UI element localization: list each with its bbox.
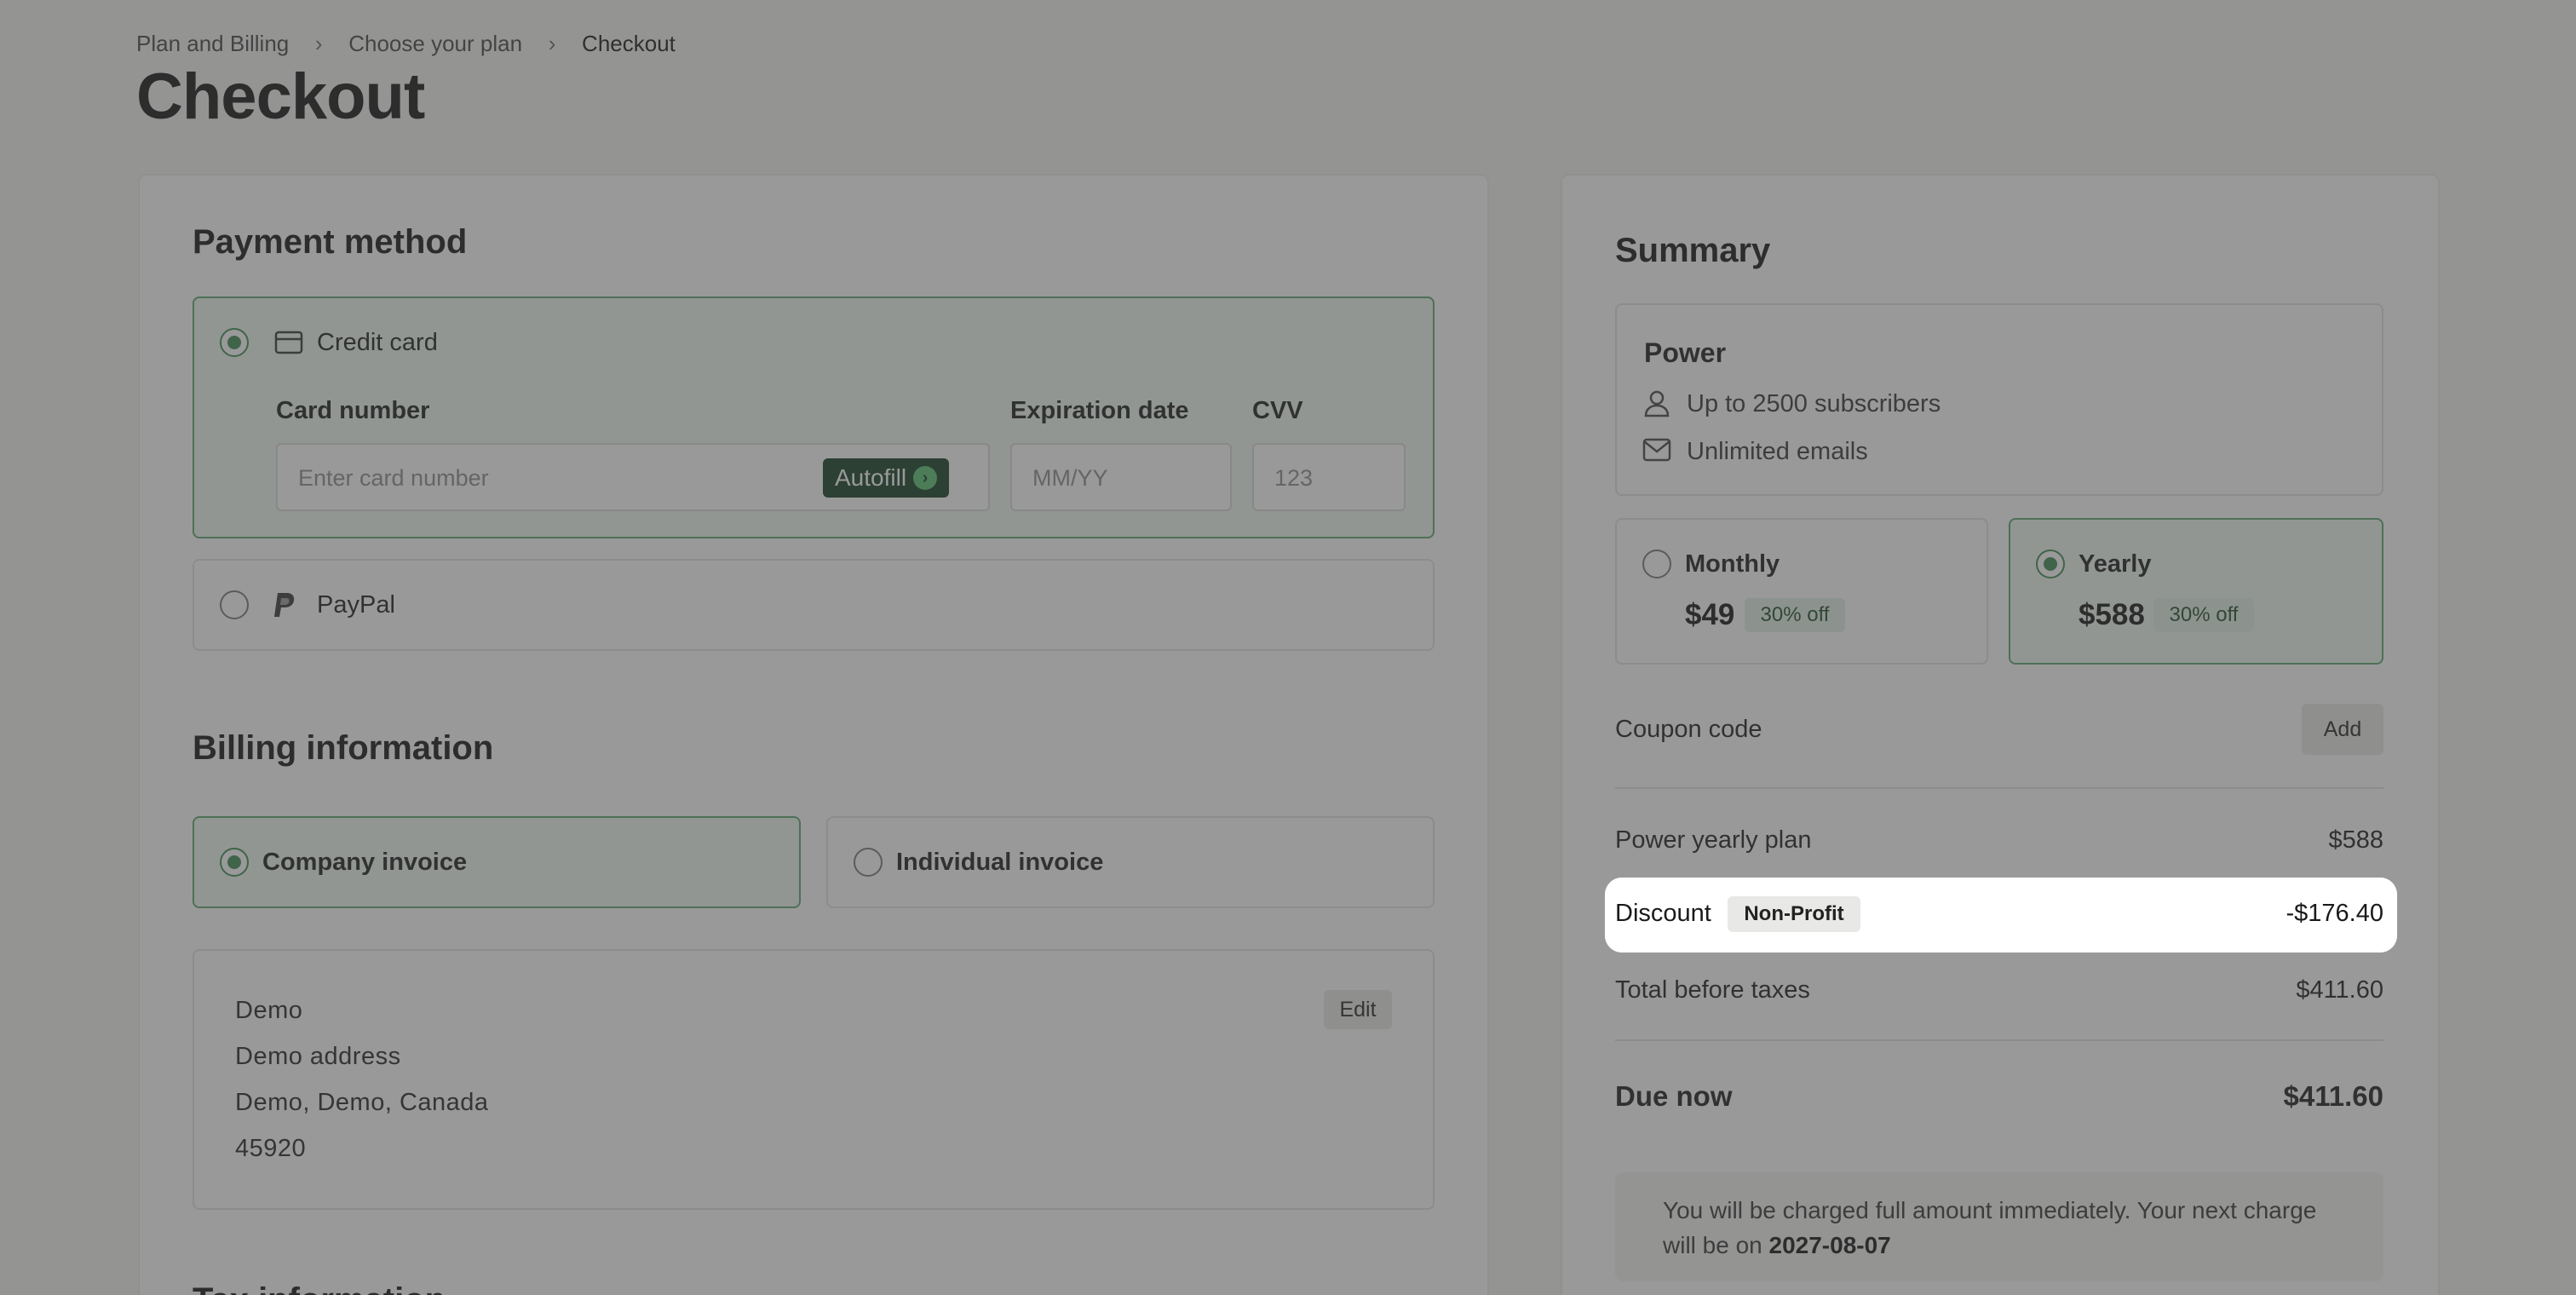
monthly-discount-badge: 30% off [1745, 598, 1845, 632]
address-line-city: Demo, Demo, Canada [235, 1089, 489, 1116]
next-charge-date: 2027-08-07 [1768, 1232, 1891, 1258]
yearly-radio[interactable] [2036, 550, 2065, 578]
edit-address-button[interactable]: Edit [1324, 990, 1392, 1029]
charge-notice-text: You will be charged full amount immediat… [1663, 1197, 2317, 1258]
tax-information-heading: Tax information [193, 1281, 446, 1295]
yearly-price: $588 [2079, 598, 2145, 631]
expiration-date-placeholder: MM/YY [1032, 465, 1108, 491]
individual-invoice-radio[interactable] [854, 848, 883, 877]
chevron-right-icon: › [314, 31, 323, 56]
line-item-label: Power yearly plan [1615, 826, 1812, 854]
monthly-label: Monthly [1685, 550, 1780, 578]
line-item-value: $588 [2328, 826, 2383, 854]
breadcrumb-plan-and-billing[interactable]: Plan and Billing [136, 31, 289, 57]
feature-subscribers: Up to 2500 subscribers [1687, 390, 1941, 417]
address-line-name: Demo [235, 997, 303, 1024]
card-number-placeholder: Enter card number [298, 465, 489, 491]
breadcrumb-choose-plan[interactable]: Choose your plan [348, 31, 522, 57]
monthly-price: $49 [1685, 598, 1735, 631]
monthly-radio[interactable] [1642, 550, 1671, 578]
feature-emails: Unlimited emails [1687, 438, 1868, 465]
credit-card-icon [274, 331, 303, 354]
total-before-taxes-value: $411.60 [2296, 976, 2383, 1004]
add-coupon-button[interactable]: Add [2302, 704, 2383, 755]
individual-invoice-label: Individual invoice [896, 849, 1104, 876]
expiration-date-label: Expiration date [1010, 397, 1189, 424]
discount-label: Discount [1615, 900, 1711, 927]
billing-address-card [193, 949, 1435, 1210]
yearly-discount-badge: 30% off [2153, 598, 2254, 632]
address-line-street: Demo address [235, 1043, 401, 1070]
address-line-postal: 45920 [235, 1135, 307, 1162]
divider [1615, 787, 2383, 789]
company-invoice-radio[interactable] [220, 848, 249, 877]
credit-card-radio[interactable] [220, 328, 249, 357]
user-icon [1644, 390, 1670, 417]
billing-information-heading: Billing information [193, 729, 494, 767]
autofill-label: Autofill [835, 464, 907, 491]
card-number-label: Card number [276, 397, 430, 424]
company-invoice-label: Company invoice [262, 849, 468, 876]
autofill-button[interactable]: Autofill › [823, 458, 950, 498]
breadcrumb-checkout: Checkout [582, 31, 676, 56]
cvv-label: CVV [1252, 397, 1303, 424]
chevron-right-icon: › [548, 31, 556, 56]
paypal-radio[interactable] [220, 590, 249, 619]
discount-row-highlight: Discount Non-Profit -$176.40 [1605, 878, 2397, 953]
paypal-icon [274, 593, 295, 617]
paypal-label: PayPal [317, 591, 395, 619]
divider [1615, 1039, 2383, 1041]
due-now-label: Due now [1615, 1080, 1733, 1112]
breadcrumb: Plan and Billing › Choose your plan › Ch… [136, 31, 676, 57]
summary-heading: Summary [1615, 232, 1771, 269]
chevron-right-icon: › [913, 466, 938, 490]
credit-card-label: Credit card [317, 329, 438, 356]
payment-method-heading: Payment method [193, 223, 468, 261]
monthly-plan-option[interactable] [1615, 518, 1988, 665]
charge-notice: You will be charged full amount immediat… [1615, 1172, 2383, 1281]
due-now-value: $411.60 [2283, 1080, 2383, 1112]
discount-type-badge: Non-Profit [1728, 896, 1860, 932]
yearly-plan-option[interactable] [2009, 518, 2383, 665]
checkout-page: Plan and Billing › Choose your plan › Ch… [0, 0, 2576, 1295]
plan-name: Power [1644, 337, 1727, 368]
discount-value: -$176.40 [2286, 900, 2384, 927]
total-before-taxes-label: Total before taxes [1615, 976, 1810, 1004]
coupon-code-label: Coupon code [1615, 716, 1762, 743]
page-title: Checkout [136, 60, 425, 133]
cvv-placeholder: 123 [1274, 465, 1314, 491]
mail-icon [1642, 438, 1671, 462]
yearly-label: Yearly [2079, 550, 2152, 578]
